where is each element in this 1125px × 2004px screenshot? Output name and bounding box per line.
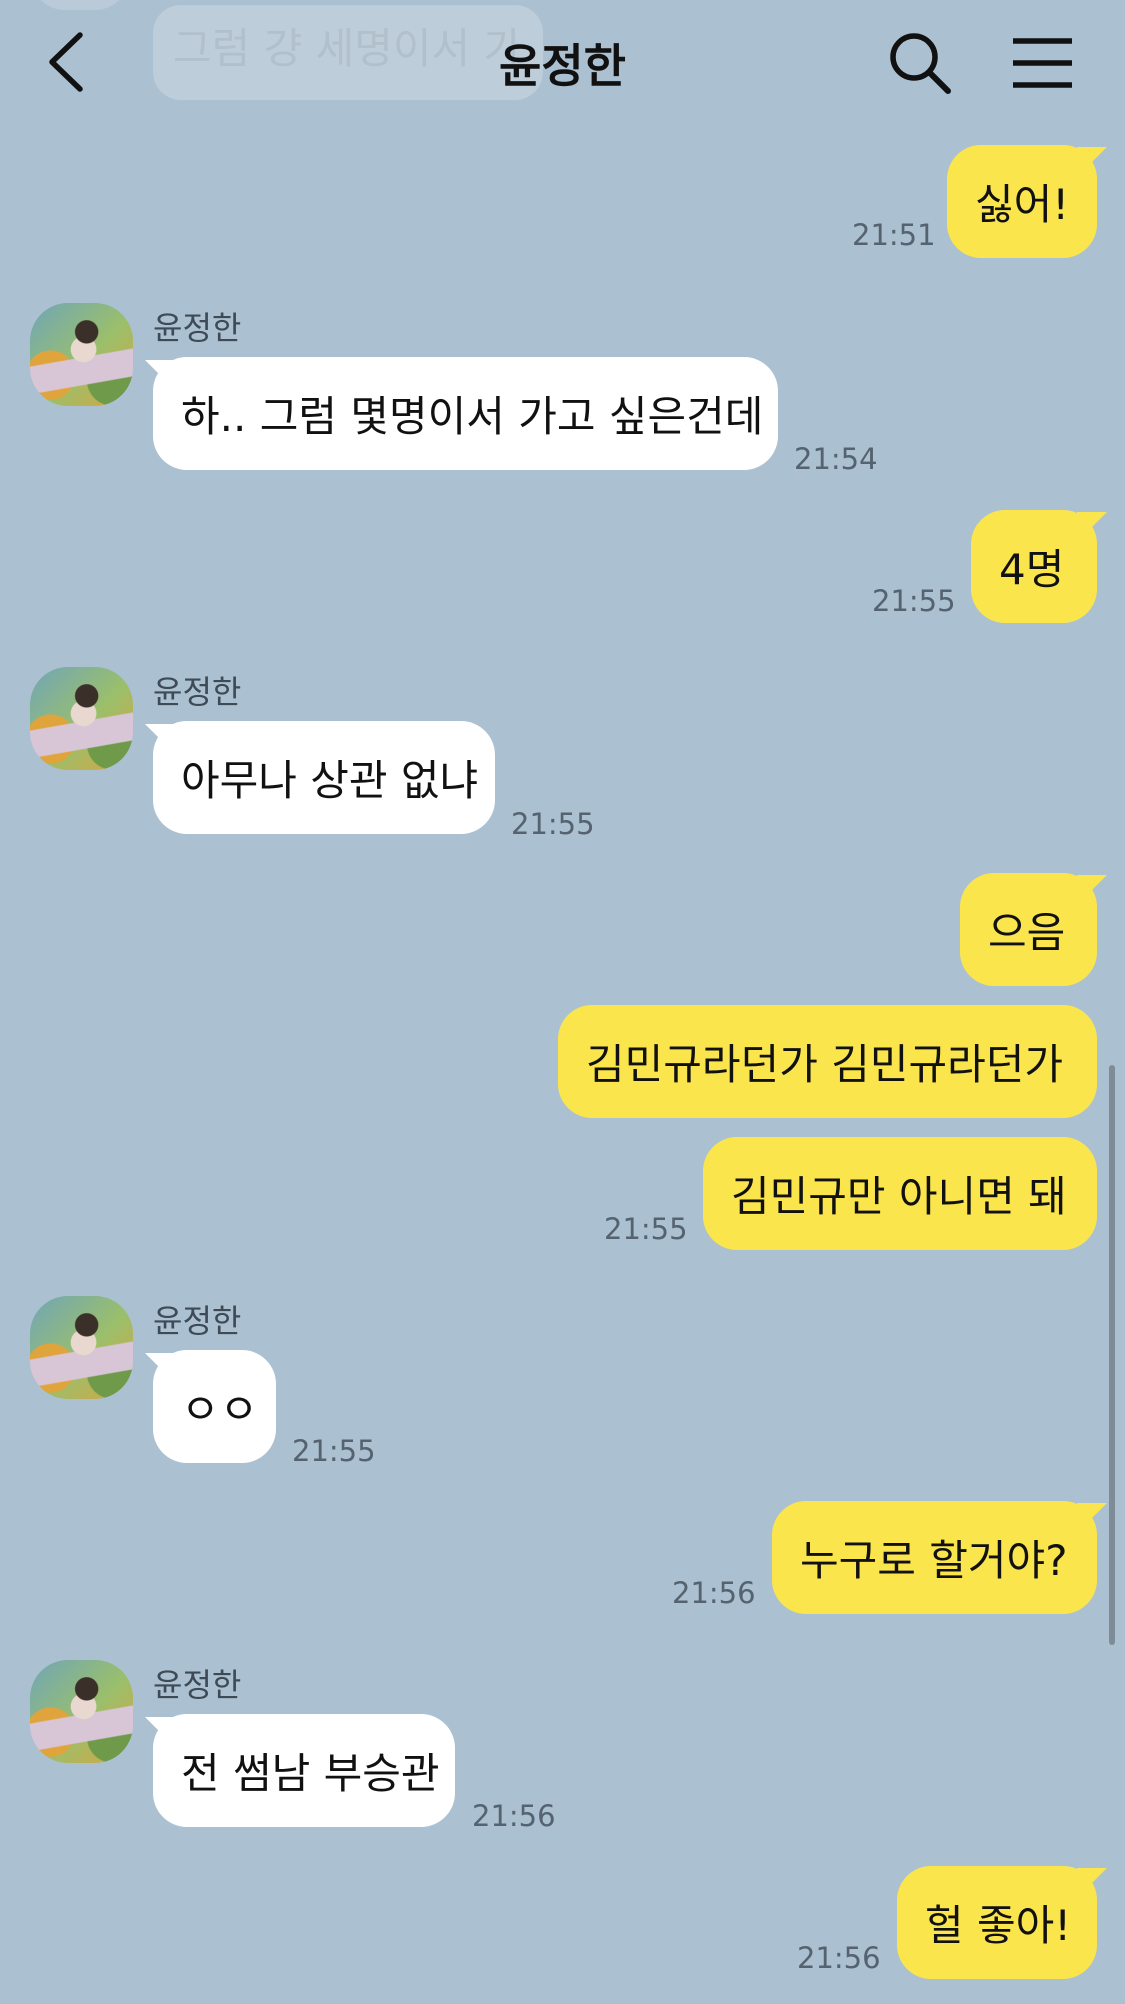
their-message-bubble[interactable]: 아무나 상관 없냐 [153, 721, 495, 834]
their-message-bubble[interactable]: 하.. 그럼 몇명이서 가고 싶은건데 [153, 357, 778, 470]
avatar[interactable] [30, 303, 133, 406]
menu-button[interactable] [1005, 28, 1080, 98]
chat-header: 윤정한 [0, 0, 1125, 125]
their-message-bubble[interactable]: ㅇㅇ [153, 1350, 276, 1463]
message-time: 21:56 [672, 1576, 756, 1610]
my-message-bubble[interactable]: 싫어! [947, 145, 1097, 258]
my-message-bubble[interactable]: 헐 좋아! [897, 1866, 1097, 1979]
message-time: 21:56 [472, 1799, 556, 1833]
message-time: 21:55 [292, 1434, 376, 1468]
sender-name: 윤정한 [153, 1666, 242, 1704]
message-time: 21:56 [797, 1941, 881, 1975]
message-time: 21:54 [794, 442, 878, 476]
my-message-bubble[interactable]: 김민규만 아니면 돼 [703, 1137, 1097, 1250]
my-message-bubble[interactable]: 으음 [960, 873, 1097, 986]
search-icon [890, 33, 951, 94]
sender-name: 윤정한 [153, 1302, 242, 1340]
search-button[interactable] [885, 28, 955, 98]
avatar[interactable] [30, 1296, 133, 1399]
sender-name: 윤정한 [153, 673, 242, 711]
avatar[interactable] [30, 667, 133, 770]
message-time: 21:55 [872, 584, 956, 618]
message-time: 21:55 [604, 1212, 688, 1246]
my-message-bubble[interactable]: 김민규라던가 김민규라던가 [558, 1005, 1097, 1118]
menu-icon [1013, 38, 1072, 88]
my-message-bubble[interactable]: 누구로 할거야? [772, 1501, 1097, 1614]
message-time: 21:55 [511, 807, 595, 841]
chat-title: 윤정한 [499, 39, 626, 93]
avatar[interactable] [30, 1660, 133, 1763]
their-message-bubble[interactable]: 전 썸남 부승관 [153, 1714, 455, 1827]
message-time: 21:51 [852, 218, 936, 252]
scrollbar[interactable] [1109, 1065, 1115, 1645]
sender-name: 윤정한 [153, 309, 242, 347]
